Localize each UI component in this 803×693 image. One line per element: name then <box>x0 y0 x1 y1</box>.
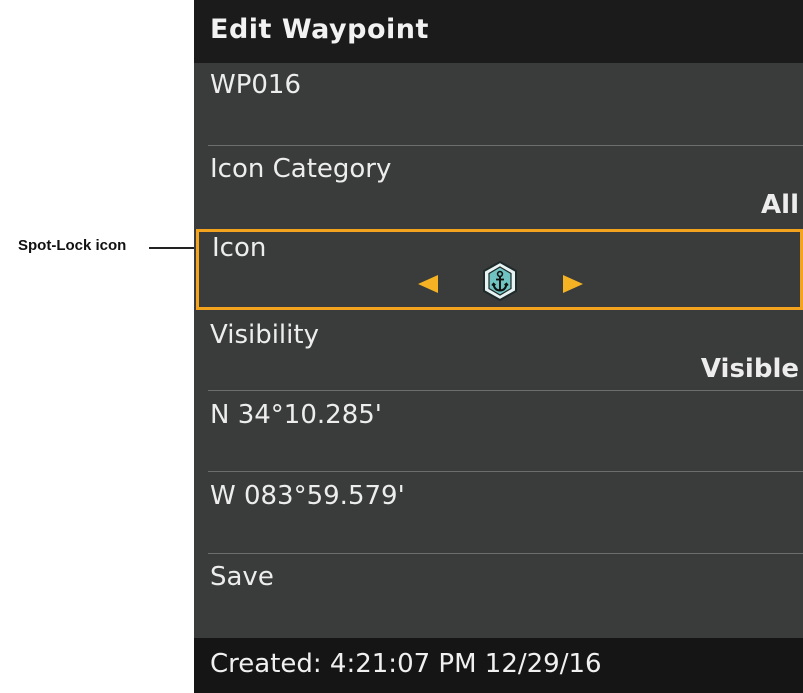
save-label: Save <box>210 562 274 592</box>
icon-category-label: Icon Category <box>210 154 392 184</box>
dialog-header: Edit Waypoint <box>194 0 803 63</box>
save-button[interactable]: Save <box>194 555 803 635</box>
waypoint-name-row[interactable]: WP016 <box>194 66 803 144</box>
waypoint-name-label: WP016 <box>210 70 302 100</box>
divider <box>208 390 803 391</box>
visibility-value: Visible <box>700 354 799 384</box>
icon-category-value: All <box>761 190 799 220</box>
dialog-title: Edit Waypoint <box>210 14 429 45</box>
latitude-row[interactable]: N 34°10.285' <box>194 392 803 470</box>
arrow-left-icon[interactable] <box>418 275 438 293</box>
status-footer: Created: 4:21:07 PM 12/29/16 <box>194 638 803 693</box>
longitude-label: W 083°59.579' <box>210 481 405 511</box>
created-timestamp: Created: 4:21:07 PM 12/29/16 <box>210 649 602 679</box>
divider <box>208 553 803 554</box>
divider <box>208 471 803 472</box>
visibility-row[interactable]: Visibility Visible <box>194 312 803 390</box>
anchor-spot-lock-icon <box>483 261 517 301</box>
edit-waypoint-panel: Edit Waypoint WP016 Icon Category All Ic… <box>194 0 803 693</box>
divider <box>208 145 803 146</box>
visibility-label: Visibility <box>210 320 319 350</box>
latitude-label: N 34°10.285' <box>210 400 382 430</box>
longitude-row[interactable]: W 083°59.579' <box>194 473 803 551</box>
callout-spot-lock-label: Spot-Lock icon <box>18 237 127 254</box>
icon-category-row[interactable]: Icon Category All <box>194 150 803 226</box>
icon-row[interactable]: Icon <box>196 229 803 310</box>
icon-label: Icon <box>212 233 267 263</box>
arrow-right-icon[interactable] <box>563 275 583 293</box>
